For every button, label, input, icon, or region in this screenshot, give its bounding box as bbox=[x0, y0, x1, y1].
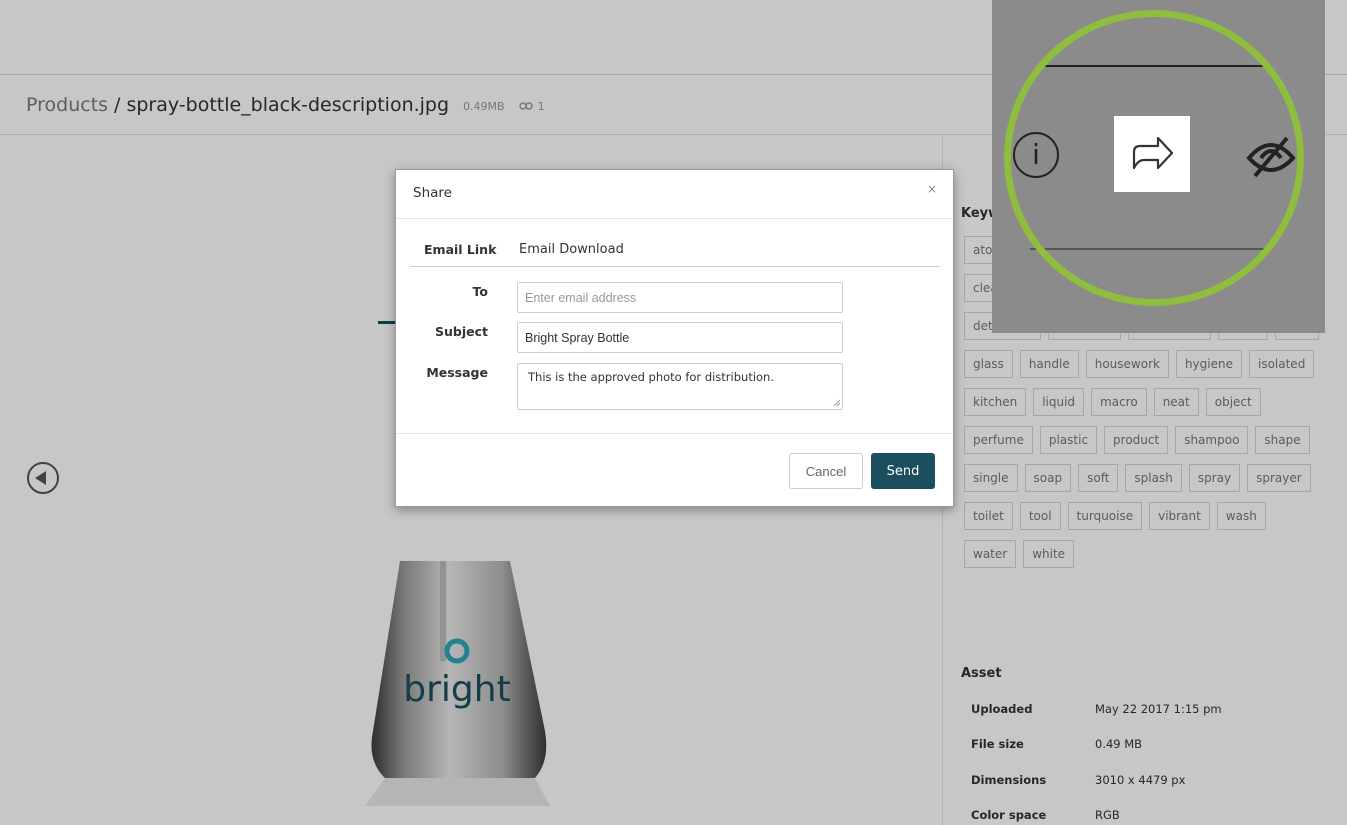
message-textarea[interactable]: This is the approved photo for distribut… bbox=[517, 363, 843, 410]
dialog-close-button[interactable]: × bbox=[927, 182, 937, 196]
cancel-button[interactable]: Cancel bbox=[789, 453, 863, 489]
screenshot-stage: Products / spray-bottle_black-descriptio… bbox=[0, 0, 1347, 825]
divider bbox=[396, 218, 953, 219]
resize-grip-icon[interactable] bbox=[833, 399, 841, 407]
to-email-input[interactable] bbox=[517, 282, 843, 313]
subject-label: Subject bbox=[435, 324, 488, 339]
dialog-title: Share bbox=[413, 185, 452, 201]
divider bbox=[396, 433, 953, 434]
send-button[interactable]: Send bbox=[871, 453, 935, 489]
highlight-circle bbox=[1004, 10, 1304, 306]
tab-email-download[interactable]: Email Download bbox=[519, 242, 624, 257]
share-tabs: Email Link Email Download bbox=[410, 232, 940, 267]
message-label: Message bbox=[426, 365, 488, 380]
tab-email-link[interactable]: Email Link bbox=[424, 242, 496, 257]
to-label: To bbox=[472, 284, 488, 299]
share-dialog: Share × Email Link Email Download To Sub… bbox=[395, 169, 954, 507]
subject-input[interactable] bbox=[517, 322, 843, 353]
